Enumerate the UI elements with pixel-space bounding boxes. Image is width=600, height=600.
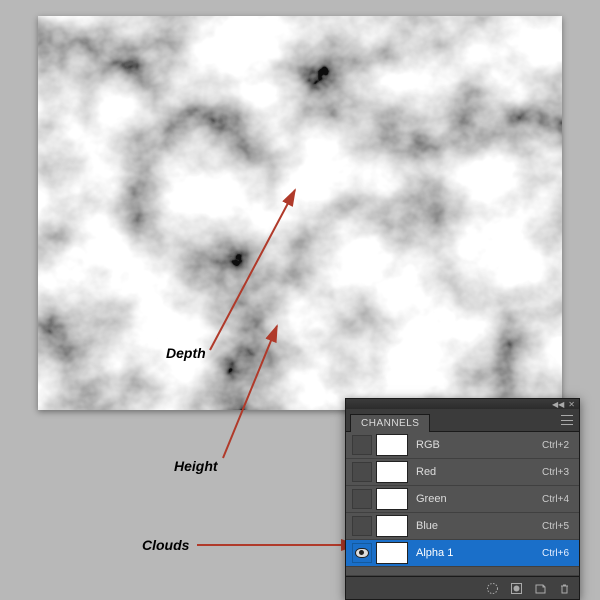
load-selection-icon[interactable] <box>485 581 499 595</box>
close-icon[interactable]: ✕ <box>568 400 575 409</box>
channel-shortcut: Ctrl+2 <box>542 440 569 451</box>
annotation-height: Height <box>174 458 218 474</box>
channel-thumb <box>376 515 408 537</box>
channel-row-red[interactable]: Red Ctrl+3 <box>346 459 579 486</box>
visibility-toggle[interactable] <box>352 543 372 563</box>
panel-menu-icon[interactable] <box>561 415 573 425</box>
save-selection-icon[interactable] <box>509 581 523 595</box>
channel-label: RGB <box>416 439 542 451</box>
list-spacer <box>346 567 579 576</box>
channel-row-alpha1[interactable]: Alpha 1 Ctrl+6 <box>346 540 579 567</box>
channel-label: Alpha 1 <box>416 547 542 559</box>
delete-channel-icon[interactable] <box>557 581 571 595</box>
channel-shortcut: Ctrl+3 <box>542 467 569 478</box>
channel-label: Red <box>416 466 542 478</box>
visibility-toggle[interactable] <box>352 435 372 455</box>
visibility-toggle[interactable] <box>352 462 372 482</box>
new-channel-icon[interactable] <box>533 581 547 595</box>
panel-titlebar[interactable]: ◀◀ ✕ <box>345 398 580 409</box>
channel-thumb <box>376 461 408 483</box>
panel-tabstrip: CHANNELS <box>345 409 580 432</box>
channel-shortcut: Ctrl+4 <box>542 494 569 505</box>
channel-shortcut: Ctrl+6 <box>542 548 569 559</box>
channel-thumb <box>376 434 408 456</box>
arrow-clouds <box>195 538 365 552</box>
channels-panel[interactable]: ◀◀ ✕ CHANNELS RGB Ctrl+2 Red Ctrl+3 Gree… <box>345 398 580 600</box>
channel-row-blue[interactable]: Blue Ctrl+5 <box>346 513 579 540</box>
channels-list: RGB Ctrl+2 Red Ctrl+3 Green Ctrl+4 Blue … <box>345 432 580 577</box>
annotation-depth: Depth <box>166 345 206 361</box>
channel-label: Green <box>416 493 542 505</box>
channel-shortcut: Ctrl+5 <box>542 521 569 532</box>
channel-row-rgb[interactable]: RGB Ctrl+2 <box>346 432 579 459</box>
tab-channels[interactable]: CHANNELS <box>350 414 430 432</box>
canvas-document[interactable] <box>38 16 562 410</box>
clouds-texture <box>38 16 562 410</box>
annotation-clouds: Clouds <box>142 537 189 553</box>
visibility-toggle[interactable] <box>352 489 372 509</box>
channel-row-green[interactable]: Green Ctrl+4 <box>346 486 579 513</box>
channel-thumb <box>376 542 408 564</box>
channel-thumb <box>376 488 408 510</box>
eye-icon <box>355 548 369 558</box>
channel-label: Blue <box>416 520 542 532</box>
visibility-toggle[interactable] <box>352 516 372 536</box>
collapse-icon[interactable]: ◀◀ <box>552 400 564 409</box>
panel-footer <box>345 577 580 600</box>
